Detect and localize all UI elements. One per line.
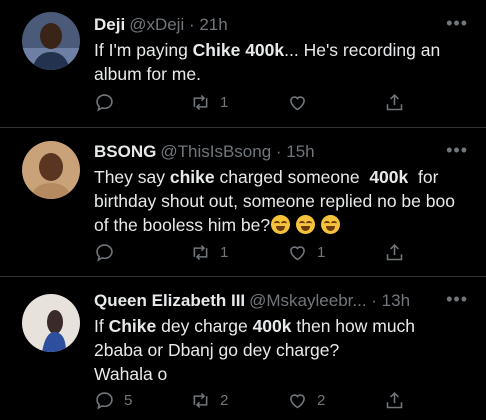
author-handle-time[interactable]: @ThisIsBsong · 15h bbox=[160, 142, 314, 161]
face-with-tears-of-joy-icon bbox=[295, 215, 315, 234]
author-name[interactable]: Queen Elizabeth III bbox=[94, 291, 245, 310]
share-icon bbox=[386, 243, 403, 260]
author-handle-time[interactable]: @Mskayleebr... · 13h bbox=[249, 291, 410, 310]
more-options-icon[interactable]: ••• bbox=[446, 290, 468, 308]
reply-button[interactable] bbox=[94, 240, 124, 264]
like-button[interactable]: 2 bbox=[287, 388, 325, 412]
reply-icon bbox=[96, 243, 113, 261]
like-button[interactable] bbox=[287, 90, 317, 114]
like-button[interactable]: 1 bbox=[287, 240, 325, 264]
retweet-button[interactable]: 2 bbox=[190, 388, 228, 412]
tweet-text: If I'm paying Chike 400k... He's recordi… bbox=[94, 40, 441, 84]
reply-icon bbox=[96, 93, 113, 111]
retweet-button[interactable]: 1 bbox=[190, 90, 228, 114]
retweet-icon bbox=[193, 392, 208, 408]
more-options-icon[interactable]: ••• bbox=[446, 14, 468, 32]
tweet[interactable]: BSONG @ThisIsBsong · 15h ••• They say chi… bbox=[0, 128, 486, 277]
tweet-actions: 1 1 bbox=[94, 240, 424, 264]
more-options-icon[interactable]: ••• bbox=[446, 141, 468, 159]
share-button[interactable] bbox=[384, 388, 405, 412]
tweet[interactable]: Queen Elizabeth III @Mskayleebr... · 13h … bbox=[0, 277, 486, 420]
reply-button[interactable]: 5 bbox=[94, 388, 132, 412]
author-name[interactable]: Deji bbox=[94, 15, 125, 34]
share-button[interactable] bbox=[384, 90, 405, 114]
heart-icon bbox=[290, 245, 305, 260]
reply-button[interactable] bbox=[94, 90, 124, 114]
share-icon bbox=[386, 391, 403, 408]
tweet-text: They say chike charged someone 400k for … bbox=[94, 167, 460, 235]
avatar[interactable] bbox=[22, 12, 80, 70]
share-icon bbox=[386, 93, 403, 110]
face-with-tears-of-joy-icon bbox=[320, 215, 340, 234]
reply-icon bbox=[96, 391, 113, 409]
retweet-icon bbox=[193, 244, 208, 260]
tweet[interactable]: Deji @xDeji · 21h ••• If I'm paying Chike… bbox=[0, 0, 486, 128]
tweet-actions: 1 bbox=[94, 90, 424, 114]
author-name[interactable]: BSONG bbox=[94, 142, 156, 161]
retweet-button[interactable]: 1 bbox=[190, 240, 228, 264]
heart-icon bbox=[290, 95, 305, 110]
retweet-icon bbox=[193, 94, 208, 110]
face-with-tears-of-joy-icon bbox=[271, 215, 291, 234]
avatar[interactable] bbox=[22, 141, 80, 199]
heart-icon bbox=[290, 393, 305, 408]
author-handle-time[interactable]: @xDeji · 21h bbox=[129, 15, 228, 34]
avatar[interactable] bbox=[22, 294, 80, 352]
tweet-actions: 5 2 2 bbox=[94, 388, 424, 412]
share-button[interactable] bbox=[384, 240, 405, 264]
tweet-text: If Chike dey charge 400k then how much 2… bbox=[94, 316, 416, 384]
